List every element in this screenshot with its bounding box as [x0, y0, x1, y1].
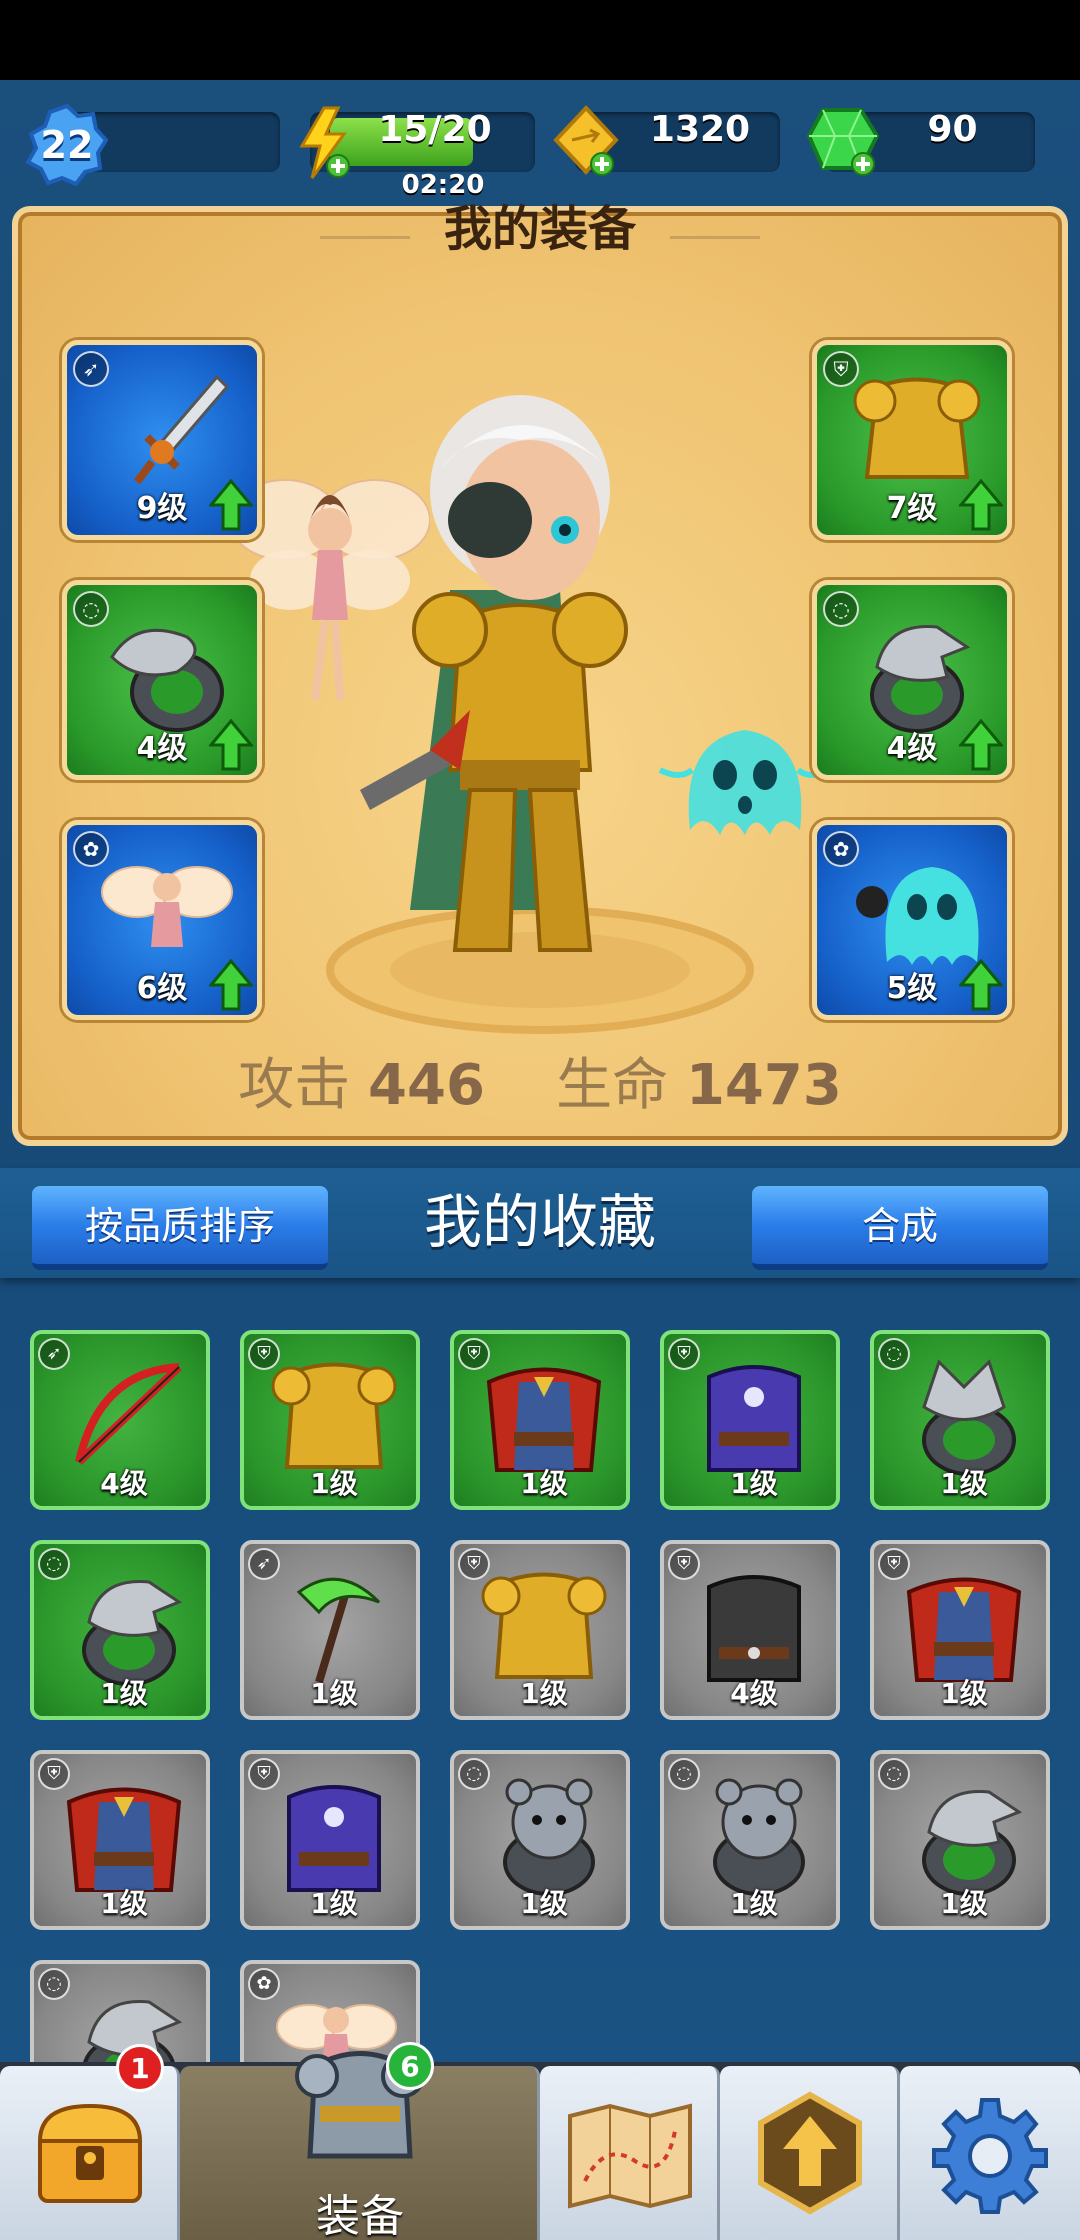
collection-item[interactable]: ⛨ 1级: [240, 1750, 420, 1930]
top-hud: 22 15/20 02:20 1320 90: [0, 100, 1080, 210]
ring-slot-right[interactable]: ◌ 4级: [812, 580, 1012, 780]
armor-slot[interactable]: ⛨ 7级: [812, 340, 1012, 540]
chest-icon: [37, 2103, 143, 2203]
gem-count: 90: [927, 109, 978, 150]
upgrade-arrow-icon: [959, 959, 1003, 1011]
hp-value: 1473: [685, 1053, 842, 1118]
collection-item[interactable]: ◌ 1级: [30, 1540, 210, 1720]
item-level: 1级: [940, 1887, 988, 1920]
hp-label: 生命: [556, 1053, 669, 1118]
eagle-ring-icon: [870, 625, 971, 733]
gold-armor-icon: [853, 377, 981, 479]
attack-label: 攻击: [238, 1053, 351, 1118]
upgrade-arrow-icon: [959, 479, 1003, 531]
nav-equipment-label: 装备: [316, 2191, 404, 2240]
red-cape-icon: [66, 1787, 182, 1892]
collection-item[interactable]: ⛨ 4级: [660, 1540, 840, 1720]
wolf-ring-icon: [922, 1359, 1016, 1476]
lightning-icon[interactable]: [294, 106, 352, 180]
upgrade-icon: [758, 2091, 862, 2215]
gold-armor-icon: [271, 1362, 397, 1469]
collection-item[interactable]: ◌ 1级: [870, 1330, 1050, 1510]
item-level: 1级: [100, 1677, 148, 1710]
fairy-icon: [101, 866, 233, 947]
upgrade-arrow-icon: [209, 479, 253, 531]
gold-armor-icon: [481, 1572, 607, 1679]
sword-icon: [133, 374, 230, 485]
item-level: 1级: [520, 1887, 568, 1920]
map-icon: [568, 2103, 692, 2209]
ring-slot-left[interactable]: ◌ 4级: [62, 580, 262, 780]
item-level: 1级: [730, 1467, 778, 1500]
collection-title: 我的收藏: [423, 1188, 656, 1256]
item-level: 1级: [520, 1677, 568, 1710]
dark-tunic-icon: [707, 1575, 801, 1682]
green-scythe-icon: [296, 1577, 381, 1684]
red-bow-icon: [75, 1363, 182, 1465]
slot-level: 4级: [136, 731, 188, 766]
equipment-title: 我的装备: [443, 201, 636, 257]
purple-robe-icon: [707, 1365, 801, 1472]
upgrade-arrow-icon: [209, 959, 253, 1011]
bear-ring-icon: [503, 1778, 595, 1896]
purple-robe-icon: [287, 1785, 381, 1892]
chest-badge: 1: [116, 2044, 164, 2092]
collection-item[interactable]: ➶ 4级: [30, 1330, 210, 1510]
sort-by-quality-button[interactable]: 按品质排序: [32, 1186, 328, 1270]
collection-item[interactable]: ◌ 1级: [660, 1750, 840, 1930]
collection-item[interactable]: ⛨ 1级: [660, 1330, 840, 1510]
ghost-icon: [856, 867, 979, 965]
attack-value: 446: [368, 1053, 485, 1118]
slot-level: 4级: [886, 731, 938, 766]
item-level: 4级: [100, 1467, 148, 1500]
player-level: 22: [40, 123, 94, 167]
item-level: 1级: [940, 1467, 988, 1500]
collection-item[interactable]: ⛨ 1级: [30, 1750, 210, 1930]
equipment-badge: 6: [386, 2042, 434, 2090]
weapon-slot[interactable]: ➶ 9级: [62, 340, 262, 540]
serpent-ring-icon: [110, 628, 224, 732]
pet-slot-right[interactable]: ✿ 5级: [812, 820, 1012, 1020]
nav-map[interactable]: [540, 2066, 720, 2240]
nav-upgrade[interactable]: [720, 2066, 900, 2240]
gold-diamond-icon[interactable]: [550, 104, 622, 180]
upgrade-arrow-icon: [959, 719, 1003, 771]
red-cape-icon: [906, 1577, 1022, 1682]
collection-item[interactable]: ➶ 1级: [240, 1540, 420, 1720]
upgrade-arrow-icon: [209, 719, 253, 771]
merge-button[interactable]: 合成: [752, 1186, 1048, 1270]
item-level: 1级: [520, 1467, 568, 1500]
item-level: 1级: [310, 1887, 358, 1920]
collection-item[interactable]: ⛨ 1级: [450, 1330, 630, 1510]
slot-level: 6级: [136, 971, 188, 1006]
item-level: 1级: [730, 1887, 778, 1920]
slot-level: 7级: [886, 491, 938, 526]
collection-item[interactable]: ⛨ 1级: [450, 1540, 630, 1720]
slot-level: 5级: [886, 971, 938, 1006]
collection-item[interactable]: ◌ 1级: [450, 1750, 630, 1930]
energy-timer: 02:20: [401, 170, 485, 200]
energy-count: 15/20: [378, 109, 492, 150]
red-cape-icon: [486, 1367, 602, 1472]
item-level: 1级: [310, 1467, 358, 1500]
gold-count: 1320: [649, 109, 751, 150]
collection-item[interactable]: ⛨ 1级: [240, 1330, 420, 1510]
nav-settings[interactable]: [900, 2066, 1080, 2240]
nav-chest[interactable]: [0, 2066, 180, 2240]
item-level: 1级: [310, 1677, 358, 1710]
item-level: 1级: [100, 1887, 148, 1920]
collection-item[interactable]: ⛨ 1级: [870, 1540, 1050, 1720]
status-bar: [0, 0, 1080, 80]
slot-level: 9级: [136, 491, 188, 526]
item-level: 4级: [730, 1677, 778, 1710]
hero-stats: 攻击 446 生命 1473: [12, 1040, 1068, 1121]
collection-item[interactable]: ◌ 1级: [870, 1750, 1050, 1930]
pet-slot-left[interactable]: ✿ 6级: [62, 820, 262, 1020]
eagle-ring-icon: [82, 1580, 183, 1686]
green-gem-icon[interactable]: [803, 104, 883, 180]
gear-icon: [932, 2098, 1048, 2214]
eagle-ring-icon: [922, 1790, 1023, 1896]
bear-ring-icon: [713, 1778, 805, 1896]
item-level: 1级: [940, 1677, 988, 1710]
